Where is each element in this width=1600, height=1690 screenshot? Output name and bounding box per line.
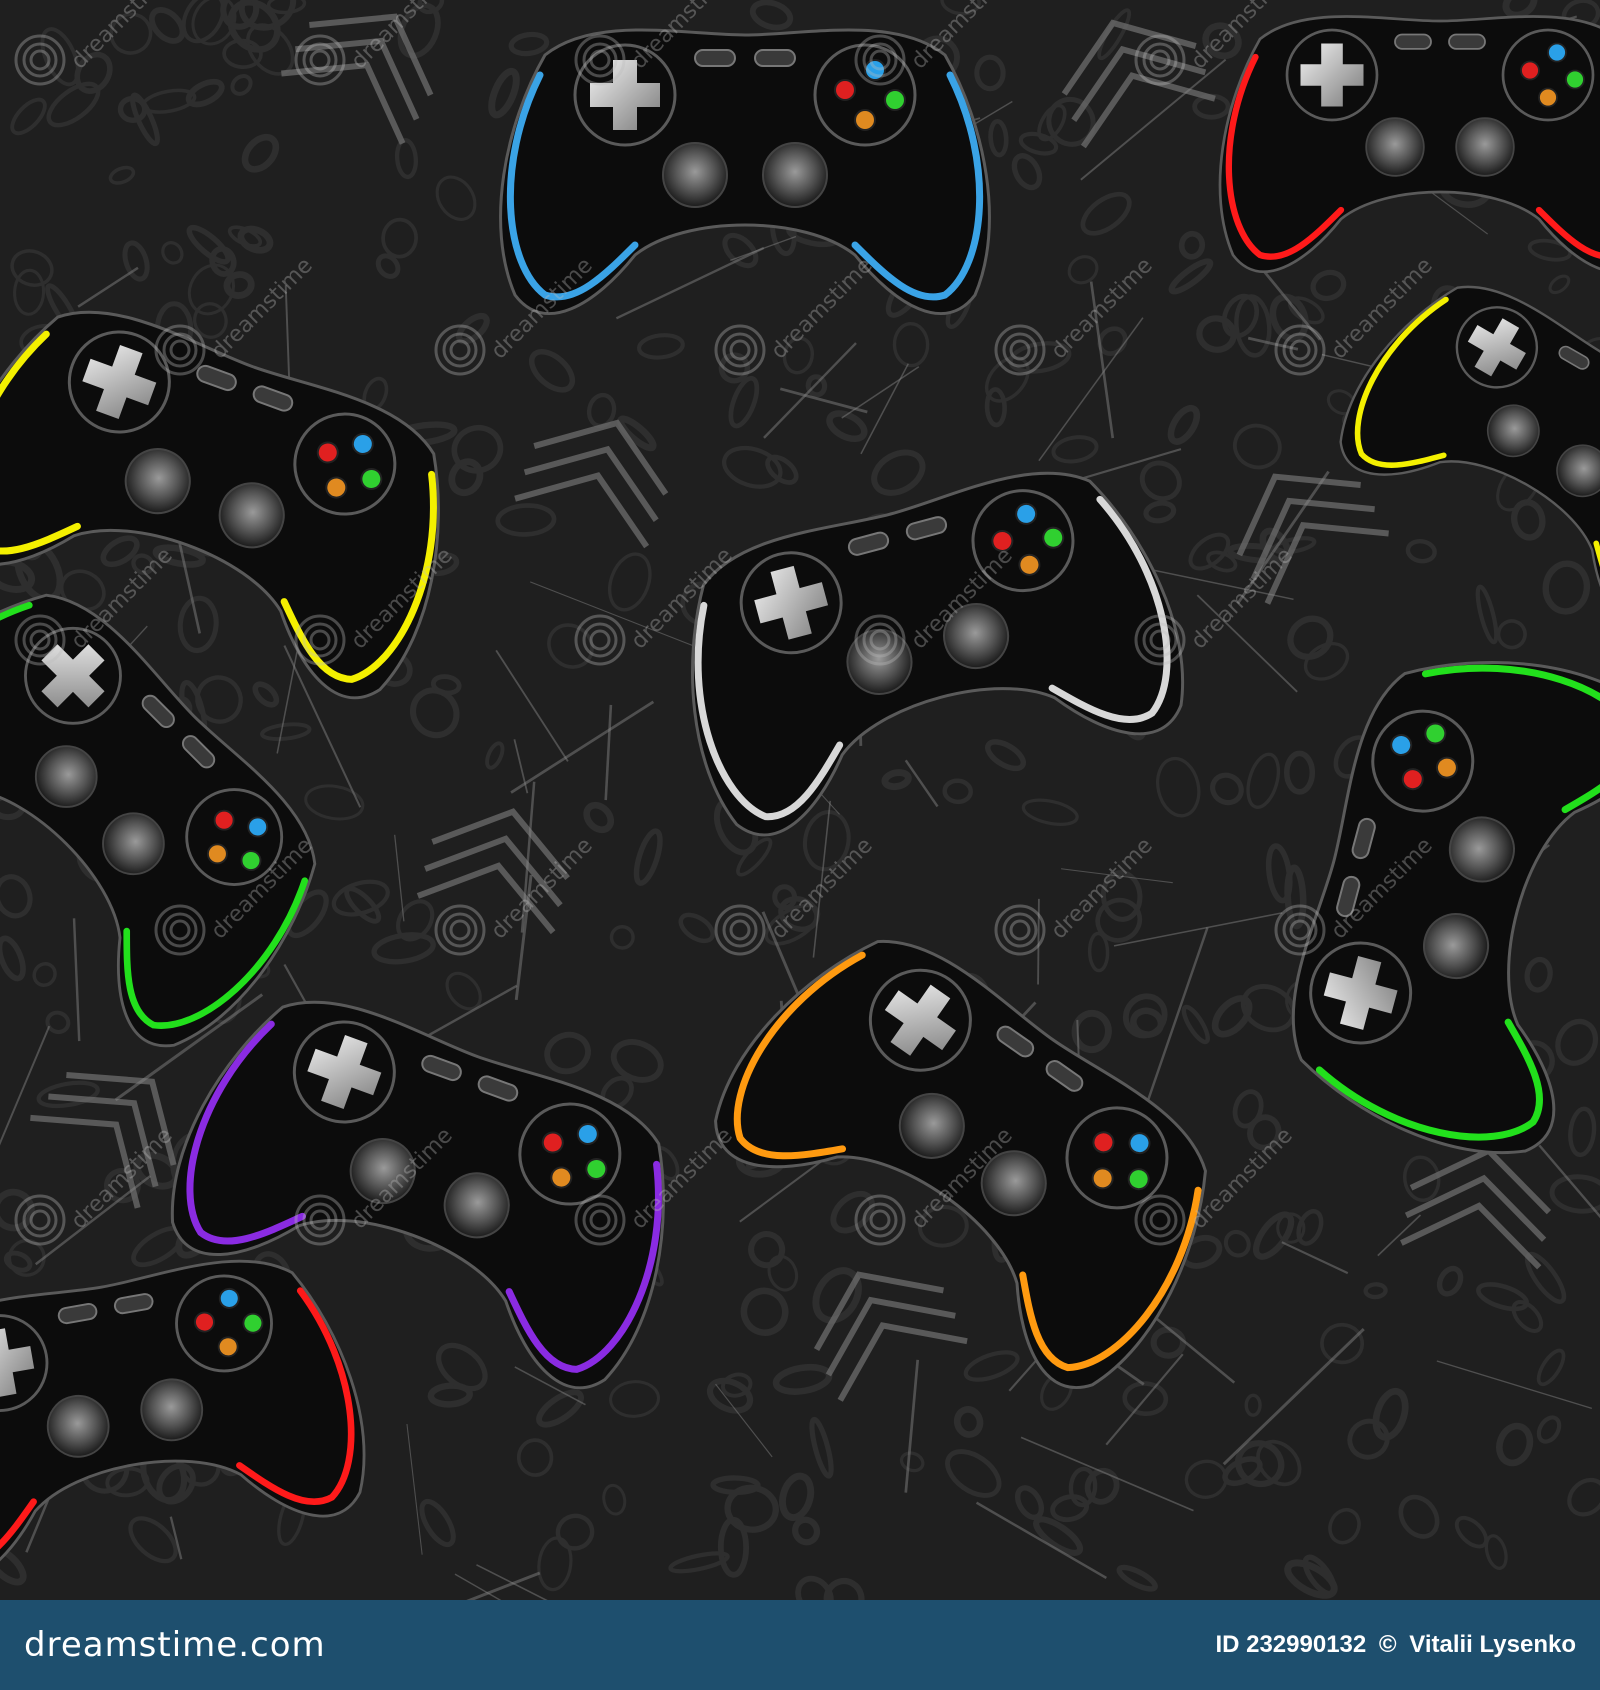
face-button xyxy=(834,79,856,101)
pattern-canvas: dreamstime dreamstime dreamstime dreamstime… xyxy=(0,0,1600,1600)
scratch-line xyxy=(1037,898,1040,985)
face-button xyxy=(854,109,876,131)
copyright-icon: © xyxy=(1378,1631,1397,1658)
face-button xyxy=(1547,42,1567,63)
face-button xyxy=(884,89,906,111)
thumbstick xyxy=(762,142,828,208)
image-credit: ID 232990132 © Vitalii Lysenko xyxy=(1209,1631,1576,1659)
image-id: ID 232990132 xyxy=(1215,1631,1367,1658)
footer-bar: dreamstime.com ID 232990132 © Vitalii Ly… xyxy=(0,1600,1600,1690)
author-name[interactable]: Vitalii Lysenko xyxy=(1409,1631,1576,1658)
face-button xyxy=(1520,60,1540,81)
face-button xyxy=(1565,69,1585,90)
pattern-artwork: dreamstime dreamstime dreamstime dreamstime… xyxy=(0,0,1600,1600)
brand-label[interactable]: dreamstime.com xyxy=(24,1625,326,1665)
thumbstick xyxy=(1365,117,1425,177)
face-button xyxy=(1538,87,1558,108)
thumbstick xyxy=(1455,117,1515,177)
thumbstick xyxy=(662,142,728,208)
